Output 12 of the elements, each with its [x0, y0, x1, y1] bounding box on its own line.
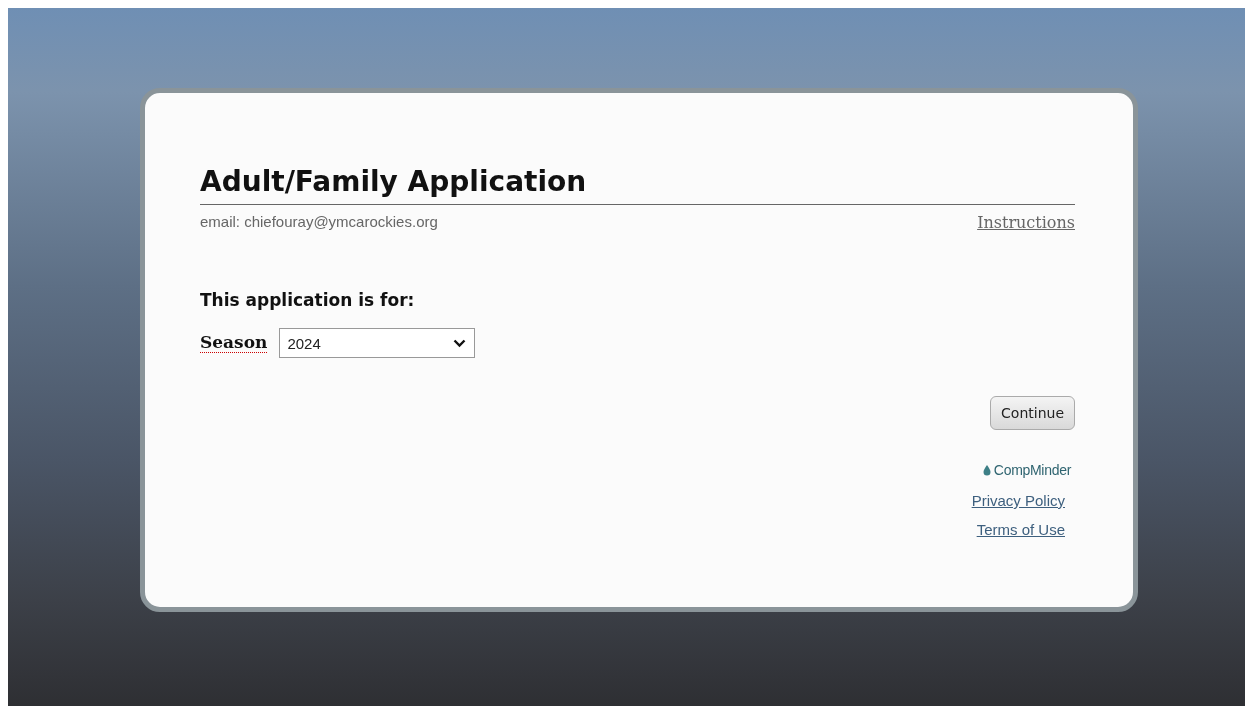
instructions-link[interactable]: Instructions [977, 213, 1075, 232]
brand-logo-text: CompMinder [993, 462, 1071, 478]
footer-link[interactable]: Terms of Use [976, 521, 1065, 538]
page-title: Adult/Family Application [200, 165, 1075, 205]
section-heading: This application is for: [200, 290, 416, 310]
drop-logo-icon [982, 464, 991, 476]
season-label: Season [200, 333, 268, 353]
chevron-down-icon [453, 338, 467, 348]
continue-button[interactable]: Continue [990, 396, 1075, 430]
footer-link[interactable]: Privacy Policy [971, 492, 1065, 509]
email-text: email: chiefouray@ymcarockies.org [200, 213, 438, 230]
season-select[interactable]: 2024 [279, 328, 476, 358]
